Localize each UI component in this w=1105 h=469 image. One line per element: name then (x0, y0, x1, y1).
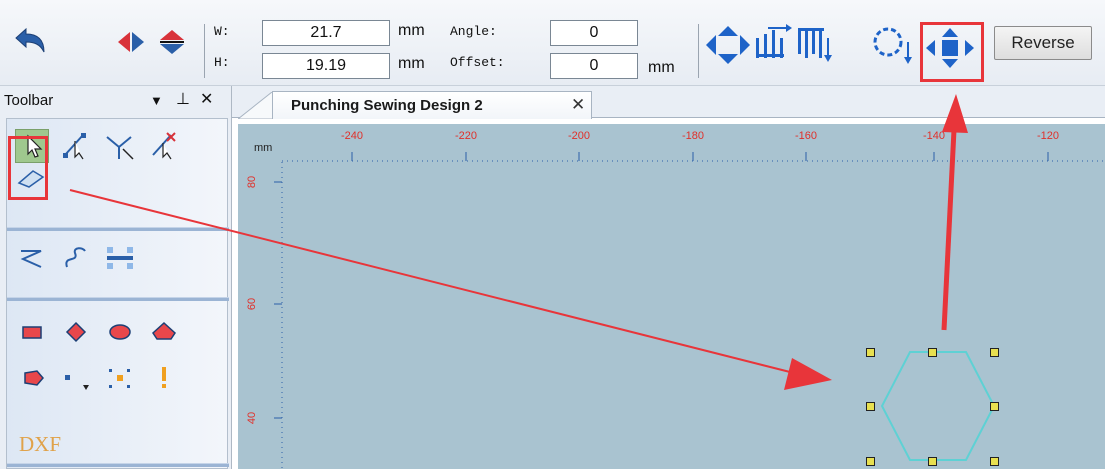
selection-handle[interactable] (990, 348, 999, 357)
tool-group-separator (7, 463, 229, 467)
polygon-tool[interactable] (147, 315, 181, 349)
height-label: H: (214, 55, 230, 70)
ruler-unit-label: mm (254, 142, 273, 154)
tool-group-separator (7, 227, 229, 231)
scatter-points-tool[interactable] (103, 361, 137, 395)
flip-horizontal-icon[interactable] (116, 30, 186, 54)
selection-handle[interactable] (866, 348, 875, 357)
vertical-ruler-ticks (274, 162, 283, 469)
panel-close-icon[interactable]: ✕ (200, 89, 213, 109)
rotate-icon[interactable] (870, 26, 914, 64)
warning-tool[interactable] (147, 361, 181, 395)
zigzag-stitch-tool[interactable] (15, 241, 49, 275)
highlight-select-tool (8, 136, 48, 200)
y-tick-label: 80 (246, 175, 259, 189)
selection-handle[interactable] (990, 402, 999, 411)
hexagon-shape[interactable] (868, 344, 1008, 469)
pin-icon[interactable]: ⊥ (176, 89, 190, 109)
undo-icon[interactable] (12, 26, 48, 56)
width-field[interactable]: 21.7 (262, 20, 390, 46)
toolbar-panel-title: Toolbar (4, 92, 54, 109)
dxf-import-tool[interactable]: DXF (19, 432, 61, 457)
height-unit: mm (398, 55, 425, 72)
x-tick-label: -160 (794, 130, 818, 142)
y-tick-label: 40 (246, 411, 259, 425)
angle-field[interactable]: 0 (550, 20, 638, 46)
rectangle-tool[interactable] (15, 315, 49, 349)
width-unit: mm (398, 22, 425, 39)
offset-field[interactable]: 0 (550, 53, 638, 79)
selection-handle[interactable] (866, 457, 875, 466)
x-tick-label: -120 (1036, 130, 1060, 142)
delete-node-tool[interactable] (147, 129, 181, 163)
node-edit-tool[interactable] (59, 129, 93, 163)
x-tick-label: -140 (922, 130, 946, 142)
design-canvas[interactable]: mm -240 -220 -200 -180 -160 -140 -120 80… (238, 124, 1105, 469)
diamond-tool[interactable] (59, 315, 93, 349)
angle-label: Angle: (450, 24, 497, 39)
cut-tool[interactable] (103, 129, 137, 163)
horizontal-ruler: mm -240 -220 -200 -180 -160 -140 -120 (238, 124, 1105, 162)
selection-handle[interactable] (866, 402, 875, 411)
tab-label: Punching Sewing Design 2 (291, 97, 483, 114)
tool-group-separator (7, 297, 229, 301)
ellipse-tool[interactable] (103, 315, 137, 349)
document-tab-strip: Punching Sewing Design 2 ✕ (232, 86, 1105, 119)
toolbar-separator (204, 24, 205, 78)
highlight-center-tool (920, 22, 984, 82)
offset-label: Offset: (450, 55, 505, 70)
x-tick-label: -220 (454, 130, 478, 142)
tab-close-icon[interactable]: ✕ (571, 95, 585, 115)
selection-handle[interactable] (928, 348, 937, 357)
reverse-button[interactable]: Reverse (994, 26, 1092, 60)
pentagon-tool[interactable] (15, 361, 49, 395)
x-tick-label: -240 (340, 130, 364, 142)
align-top-icon[interactable] (754, 24, 794, 62)
toolbar-separator (698, 24, 699, 78)
curve-stitch-tool[interactable] (59, 241, 93, 275)
y-tick-label: 60 (246, 297, 259, 311)
align-bottom-icon[interactable] (796, 24, 836, 62)
offset-unit: mm (648, 59, 675, 76)
selection-handle[interactable] (990, 457, 999, 466)
satin-stitch-tool[interactable] (103, 241, 137, 275)
tab-punching-sewing-design-2[interactable]: Punching Sewing Design 2 ✕ (272, 91, 592, 119)
point-tool[interactable] (59, 361, 93, 395)
x-tick-label: -200 (567, 130, 591, 142)
panel-menu-icon[interactable]: ▼ (150, 93, 163, 108)
x-tick-label: -180 (681, 130, 705, 142)
height-field[interactable]: 19.19 (262, 53, 390, 79)
vertical-ruler: 80 60 40 (238, 162, 284, 469)
width-label: W: (214, 24, 230, 39)
ruler-ticks (282, 152, 1105, 162)
selection-handle[interactable] (928, 457, 937, 466)
move-arrows-icon[interactable] (706, 26, 750, 64)
